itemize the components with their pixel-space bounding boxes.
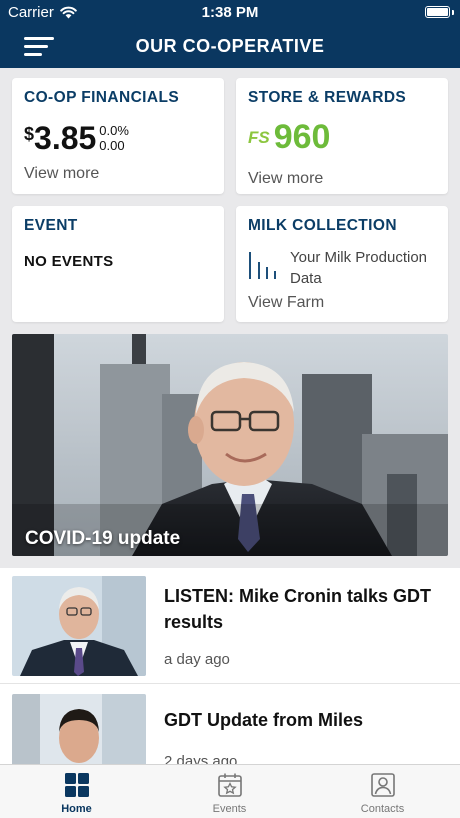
price-value: 3.85 [34,120,97,156]
event-status: NO EVENTS [24,253,114,270]
news-item[interactable]: LISTEN: Mike Cronin talks GDT results a … [0,568,460,684]
card-title: CO-OP FINANCIALS [24,89,180,106]
news-thumbnail [12,576,146,676]
view-more-link[interactable]: View more [24,165,99,183]
news-item[interactable]: GDT Update from Miles 2 days ago [0,686,460,764]
tab-label: Events [212,803,247,815]
currency-symbol: $ [24,124,35,144]
points-value: 960 [273,118,331,156]
hero-photo [12,334,448,556]
change-absolute: 0.00 [99,138,125,153]
tab-bar: Home Events Contacts [0,764,460,818]
news-time: 2 days ago [164,753,238,764]
tab-label: Home [61,803,92,815]
view-farm-link[interactable]: View Farm [248,294,324,312]
view-more-link[interactable]: View more [248,170,323,188]
change-percent: 0.0% [99,123,129,138]
milk-collection-card[interactable]: MILK COLLECTION Your Milk Production Dat… [236,206,448,322]
news-title: LISTEN: Mike Cronin talks GDT results [164,586,432,632]
tab-label: Contacts [360,803,405,815]
page-title: OUR CO-OPERATIVE [135,36,325,56]
tab-contacts[interactable]: Contacts [306,765,459,818]
milk-description: Your Milk Production Data [290,249,428,287]
battery-tip [452,10,454,15]
news-time: a day ago [164,651,230,668]
grid-icon [64,773,89,797]
card-title: MILK COLLECTION [248,217,397,234]
price-change: 0.0% 0.00 [99,123,129,153]
news-thumbnail [12,694,146,764]
share-price: $ 3.85 0.0% 0.00 [24,120,129,156]
bar-chart-icon [249,252,276,279]
battery-icon [425,6,450,18]
contact-card-icon [370,773,395,797]
event-card[interactable]: EVENT NO EVENTS [12,206,224,322]
card-title: STORE & REWARDS [248,89,407,106]
card-title: EVENT [24,217,78,234]
store-rewards-card[interactable]: STORE & REWARDS FS 960 View more [236,78,448,194]
calendar-star-icon [217,773,242,797]
hero-caption: COVID-19 update [25,528,181,549]
nav-bar: OUR CO-OPERATIVE [0,24,460,68]
divider [0,683,460,684]
status-bar: Carrier 1:38 PM [0,0,460,24]
hero-banner[interactable]: COVID-19 update [12,334,448,556]
rewards-points: FS 960 [248,118,330,157]
tab-events[interactable]: Events [153,765,306,818]
news-list: LISTEN: Mike Cronin talks GDT results a … [0,568,460,764]
fs-logo: FS [248,127,270,147]
status-time: 1:38 PM [201,4,259,21]
tab-home[interactable]: Home [0,765,153,818]
news-title: GDT Update from Miles [164,710,364,730]
coop-financials-card[interactable]: CO-OP FINANCIALS $ 3.85 0.0% 0.00 View m… [12,78,224,194]
